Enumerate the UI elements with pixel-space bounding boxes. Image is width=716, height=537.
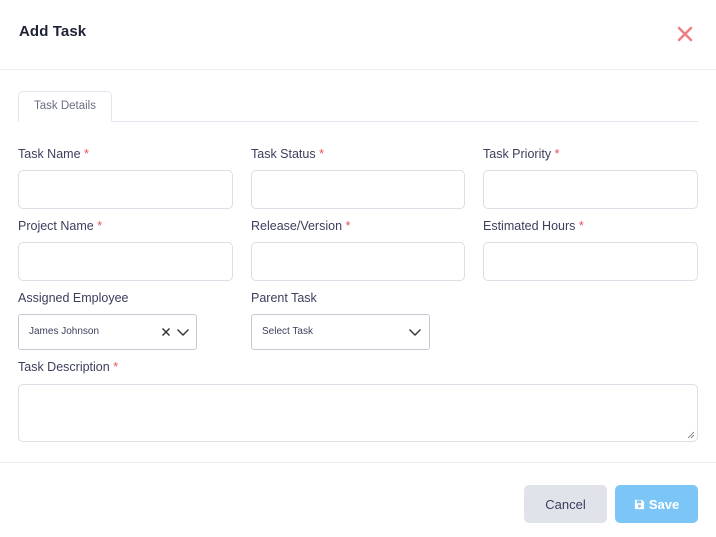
assigned-employee-label: Assigned Employee bbox=[18, 291, 129, 305]
parent-task-label: Parent Task bbox=[251, 291, 317, 305]
task-priority-input[interactable] bbox=[483, 170, 698, 209]
assigned-employee-select[interactable]: James Johnson bbox=[18, 314, 197, 350]
assigned-employee-value: James Johnson bbox=[29, 326, 100, 337]
close-icon bbox=[677, 26, 693, 42]
clear-icon[interactable] bbox=[161, 327, 171, 337]
task-name-input[interactable] bbox=[18, 170, 233, 209]
task-name-label: Task Name * bbox=[18, 147, 89, 161]
estimated-hours-input[interactable] bbox=[483, 242, 698, 281]
task-priority-label: Task Priority * bbox=[483, 147, 560, 161]
modal-title: Add Task bbox=[19, 23, 87, 40]
release-version-label: Release/Version * bbox=[251, 219, 351, 233]
save-icon bbox=[634, 499, 644, 509]
estimated-hours-label: Estimated Hours * bbox=[483, 219, 584, 233]
chevron-down-icon[interactable] bbox=[176, 327, 190, 337]
task-status-label: Task Status * bbox=[251, 147, 324, 161]
project-name-label: Project Name * bbox=[18, 219, 103, 233]
close-button[interactable] bbox=[674, 23, 696, 45]
modal-footer: Cancel Save bbox=[0, 462, 716, 537]
parent-task-placeholder: Select Task bbox=[262, 326, 313, 337]
task-status-input[interactable] bbox=[251, 170, 465, 209]
save-button[interactable]: Save bbox=[615, 485, 698, 523]
tab-task-details[interactable]: Task Details bbox=[18, 91, 112, 122]
task-description-label: Task Description * bbox=[18, 360, 119, 374]
save-button-label: Save bbox=[648, 496, 680, 512]
add-task-modal: Add Task Task Details Task Name * Task S… bbox=[0, 0, 716, 537]
parent-task-select[interactable]: Select Task bbox=[251, 314, 430, 350]
task-description-textarea[interactable] bbox=[18, 384, 698, 442]
cancel-button[interactable]: Cancel bbox=[524, 485, 607, 523]
tab-bar: Task Details bbox=[18, 91, 698, 122]
resize-handle-icon[interactable] bbox=[687, 431, 695, 439]
release-version-input[interactable] bbox=[251, 242, 465, 281]
chevron-down-icon[interactable] bbox=[408, 327, 422, 337]
project-name-input[interactable] bbox=[18, 242, 233, 281]
modal-header: Add Task bbox=[0, 0, 716, 70]
